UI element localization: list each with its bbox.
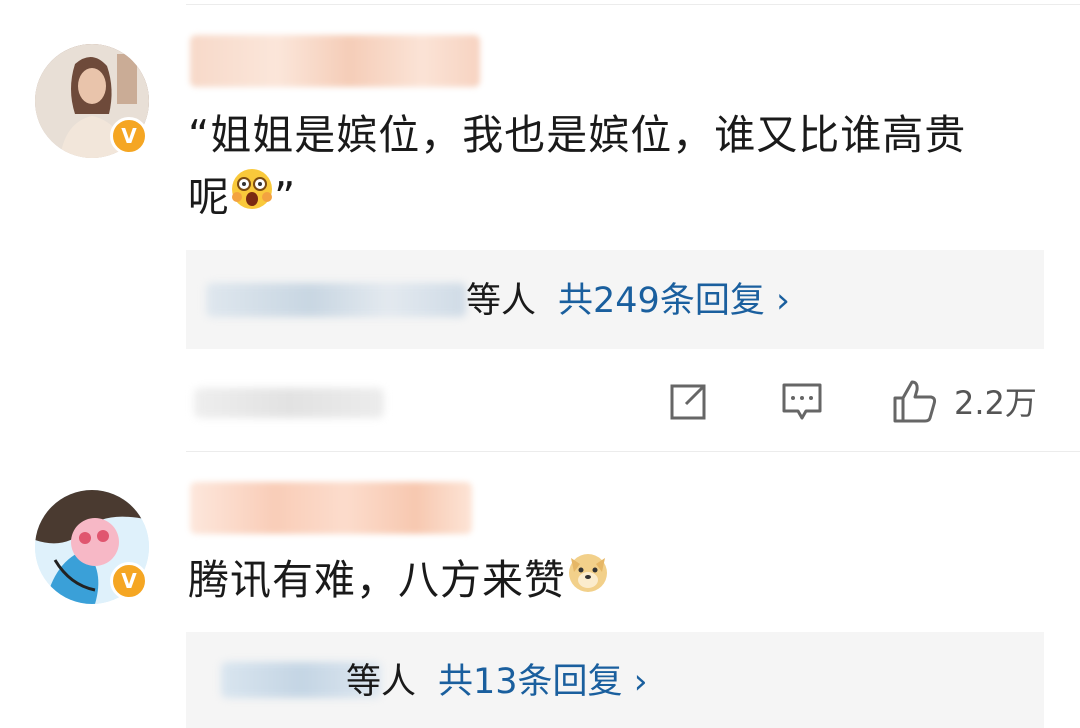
verified-badge-icon: V (110, 117, 148, 155)
reply-count-link[interactable]: 共249条回复 › (558, 281, 790, 321)
share-button[interactable] (668, 382, 708, 422)
thumbs-up-icon (893, 380, 937, 423)
doge-emoji-icon (566, 549, 610, 611)
verified-badge-icon: V (110, 562, 148, 600)
username-blurred[interactable] (190, 35, 480, 87)
replier-names-blurred (206, 283, 466, 317)
reply-count-link[interactable]: 共13条回复 › (438, 662, 648, 702)
reply-summary[interactable]: 等人 共13条回复 › (346, 662, 648, 702)
comment-divider (186, 451, 1080, 452)
like-button[interactable]: 2.2万 (892, 378, 1037, 424)
timestamp-blurred (194, 388, 384, 418)
reply-preview-box[interactable]: 等人 共249条回复 › (186, 250, 1044, 349)
comment-icon (782, 383, 822, 420)
comment-button[interactable] (781, 382, 823, 422)
share-icon (670, 384, 706, 420)
comment-line-2: 呢” (188, 166, 966, 228)
comment-line-1: 腾讯有难，八方来赞 (188, 556, 566, 604)
like-count: 2.2万 (954, 384, 1037, 422)
replier-suffix: 等人 (346, 662, 417, 702)
username-blurred[interactable] (190, 482, 472, 534)
reply-summary[interactable]: 等人 共249条回复 › (466, 281, 790, 321)
astonished-emoji-icon (230, 166, 274, 228)
reply-preview-box[interactable]: 等人 共13条回复 › (186, 632, 1044, 728)
comment-text: “姐姐是嫔位，我也是嫔位，谁又比谁高贵 呢” (188, 104, 966, 228)
replier-suffix: 等人 (466, 281, 537, 321)
comment-line-1: “姐姐是嫔位，我也是嫔位，谁又比谁高贵 (188, 111, 967, 159)
comment-text: 腾讯有难，八方来赞 (188, 549, 610, 611)
top-divider (186, 4, 1080, 5)
